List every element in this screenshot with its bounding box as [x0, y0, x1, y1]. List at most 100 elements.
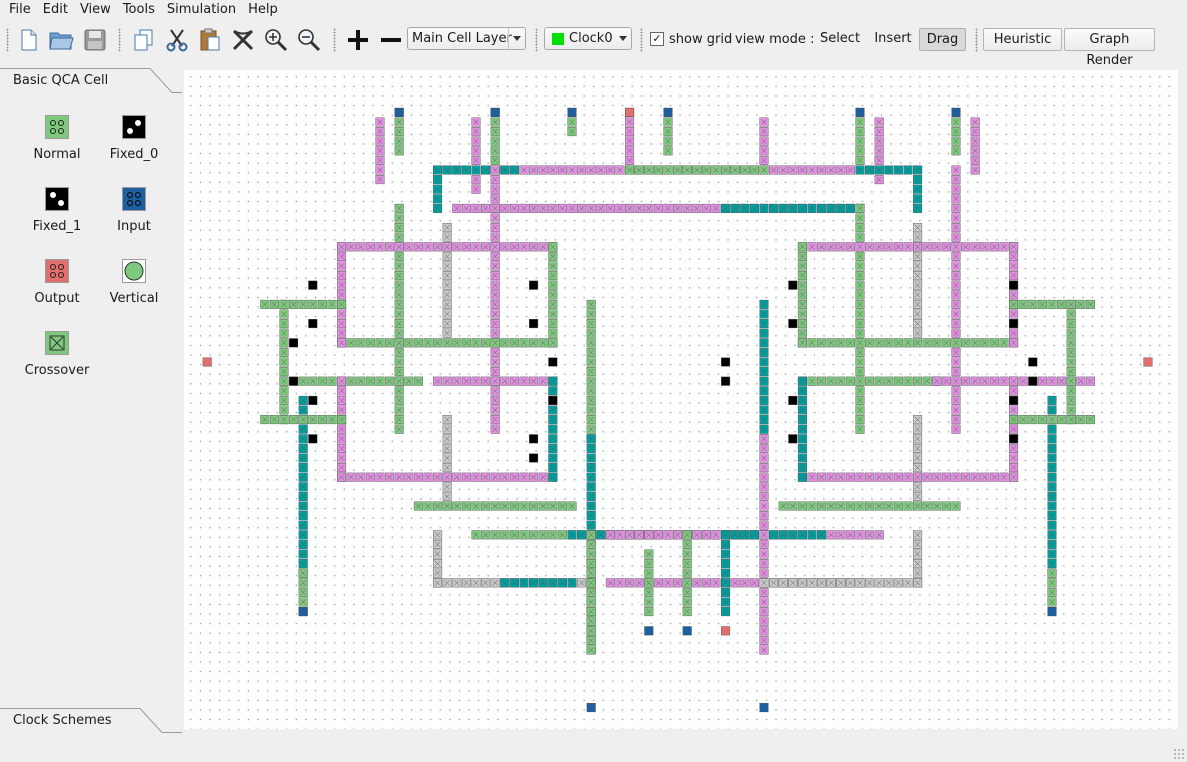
- menu-help[interactable]: Help: [243, 0, 283, 20]
- fixed-cell: [721, 357, 731, 367]
- delete-icon[interactable]: [229, 26, 257, 54]
- layer-select-value: Main Cell Layer: [412, 31, 512, 46]
- tool-normal[interactable]: Normal: [20, 115, 94, 162]
- show-grid-label[interactable]: show grid: [669, 31, 732, 49]
- tool-output[interactable]: Output: [20, 259, 94, 306]
- open-folder-icon[interactable]: [47, 26, 75, 54]
- menu-view[interactable]: View: [75, 0, 116, 20]
- input-cell: [759, 703, 769, 713]
- input-cell-icon: [122, 187, 146, 211]
- tab-basic-qca-cell[interactable]: Basic QCA Cell: [0, 68, 182, 93]
- status-bar: [0, 740, 1187, 762]
- toolbar-separator: [118, 28, 121, 52]
- tab-basic-qca-cell-label: Basic QCA Cell: [13, 73, 109, 88]
- tool-fixed1[interactable]: Fixed_1: [20, 187, 94, 234]
- zoom-out-icon[interactable]: [295, 26, 323, 54]
- tool-vertical[interactable]: Vertical: [97, 259, 171, 306]
- fixed-cell: [1028, 357, 1038, 367]
- input-cell: [663, 107, 673, 117]
- resize-grip-icon[interactable]: [1173, 748, 1185, 760]
- fixed-cell: [308, 319, 318, 329]
- toolbar-separator: [640, 28, 643, 52]
- clock-color-swatch: [552, 33, 564, 45]
- tool-input-label: Input: [117, 219, 151, 234]
- input-cell: [682, 626, 692, 636]
- tool-crossover-label: Crossover: [24, 363, 90, 378]
- tool-fixed1-label: Fixed_1: [32, 219, 82, 234]
- fixed-cell: [529, 319, 539, 329]
- tool-crossover[interactable]: Crossover: [20, 331, 94, 378]
- fixed-cell: [529, 280, 539, 290]
- chevron-down-icon: [508, 28, 525, 49]
- layer-select[interactable]: Main Cell Layer: [407, 27, 526, 50]
- paste-icon[interactable]: [196, 26, 224, 54]
- menu-tools[interactable]: Tools: [118, 0, 160, 20]
- fixed-cell: [1009, 395, 1019, 405]
- tool-fixed0[interactable]: Fixed_0: [97, 115, 171, 162]
- save-icon[interactable]: [81, 26, 109, 54]
- qca-circuit-layout: [202, 107, 1153, 713]
- sidebar: Basic QCA Cell Normal Fixed_0 Fixed_1 In…: [0, 64, 182, 733]
- tool-output-label: Output: [34, 291, 80, 306]
- input-cell: [567, 107, 577, 117]
- drag-mode-button[interactable]: Drag: [919, 28, 966, 51]
- view-mode-label: view mode :: [735, 32, 815, 47]
- vertical-cell-icon: [122, 259, 146, 283]
- menu-bar: File Edit View Tools Simulation Help: [0, 0, 1187, 20]
- fixed-cell: [788, 395, 798, 405]
- crossover-cell-icon: [45, 331, 69, 355]
- input-cell: [951, 107, 961, 117]
- toolbar-separator: [975, 28, 978, 52]
- input-cell: [298, 607, 308, 617]
- menu-file[interactable]: File: [4, 0, 36, 20]
- input-cell: [586, 703, 596, 713]
- toolbar: Main Cell Layer Clock0 ✓ show grid view …: [0, 21, 1187, 68]
- show-grid-checkbox[interactable]: ✓: [650, 32, 664, 46]
- fixed-cell: [308, 280, 318, 290]
- tab-clock-schemes-label: Clock Schemes: [13, 713, 112, 728]
- fixed-cell: [308, 434, 318, 444]
- tool-normal-label: Normal: [33, 147, 81, 162]
- fixed0-cell-icon: [122, 115, 146, 139]
- fixed-cell: [289, 338, 299, 348]
- output-cell-icon: [45, 259, 69, 283]
- fixed-cell: [289, 376, 299, 386]
- fixed1-cell-icon: [45, 187, 69, 211]
- add-layer-icon[interactable]: [344, 26, 372, 54]
- menu-simulation[interactable]: Simulation: [162, 0, 241, 20]
- input-cell: [644, 626, 654, 636]
- tool-fixed0-label: Fixed_0: [109, 147, 159, 162]
- fixed-cell: [1028, 376, 1038, 386]
- fixed-cell: [1009, 434, 1019, 444]
- new-file-icon[interactable]: [14, 26, 42, 54]
- tool-input[interactable]: Input: [97, 187, 171, 234]
- fixed-cell: [1009, 319, 1019, 329]
- chevron-down-icon: [615, 28, 631, 49]
- graph-render-button[interactable]: Graph Render: [1064, 28, 1155, 68]
- toolbar-separator: [333, 28, 336, 52]
- fixed-cell: [308, 395, 318, 405]
- fixed-cell: [788, 319, 798, 329]
- zoom-in-icon[interactable]: [262, 26, 290, 54]
- tab-clock-schemes[interactable]: Clock Schemes: [0, 708, 182, 733]
- fixed-cell: [548, 357, 558, 367]
- output-cell: [1143, 357, 1153, 367]
- input-cell: [855, 107, 865, 117]
- menu-edit[interactable]: Edit: [38, 0, 73, 20]
- copy-icon[interactable]: [130, 26, 158, 54]
- input-cell: [394, 107, 404, 117]
- cut-icon[interactable]: [163, 26, 191, 54]
- remove-layer-icon[interactable]: [377, 26, 405, 54]
- input-cell: [490, 107, 500, 117]
- design-canvas[interactable]: [184, 70, 1178, 729]
- fixed-cell: [1009, 280, 1019, 290]
- heuristic-button[interactable]: Heuristic: [983, 28, 1062, 51]
- clock-select[interactable]: Clock0: [544, 27, 632, 50]
- fixed-cell: [788, 280, 798, 290]
- fixed-cell: [721, 376, 731, 386]
- output-cell: [625, 107, 635, 117]
- insert-mode-button[interactable]: Insert: [870, 28, 916, 51]
- toolbar-separator: [535, 28, 538, 52]
- select-mode-button[interactable]: Select: [815, 28, 865, 51]
- input-cell: [1047, 607, 1057, 617]
